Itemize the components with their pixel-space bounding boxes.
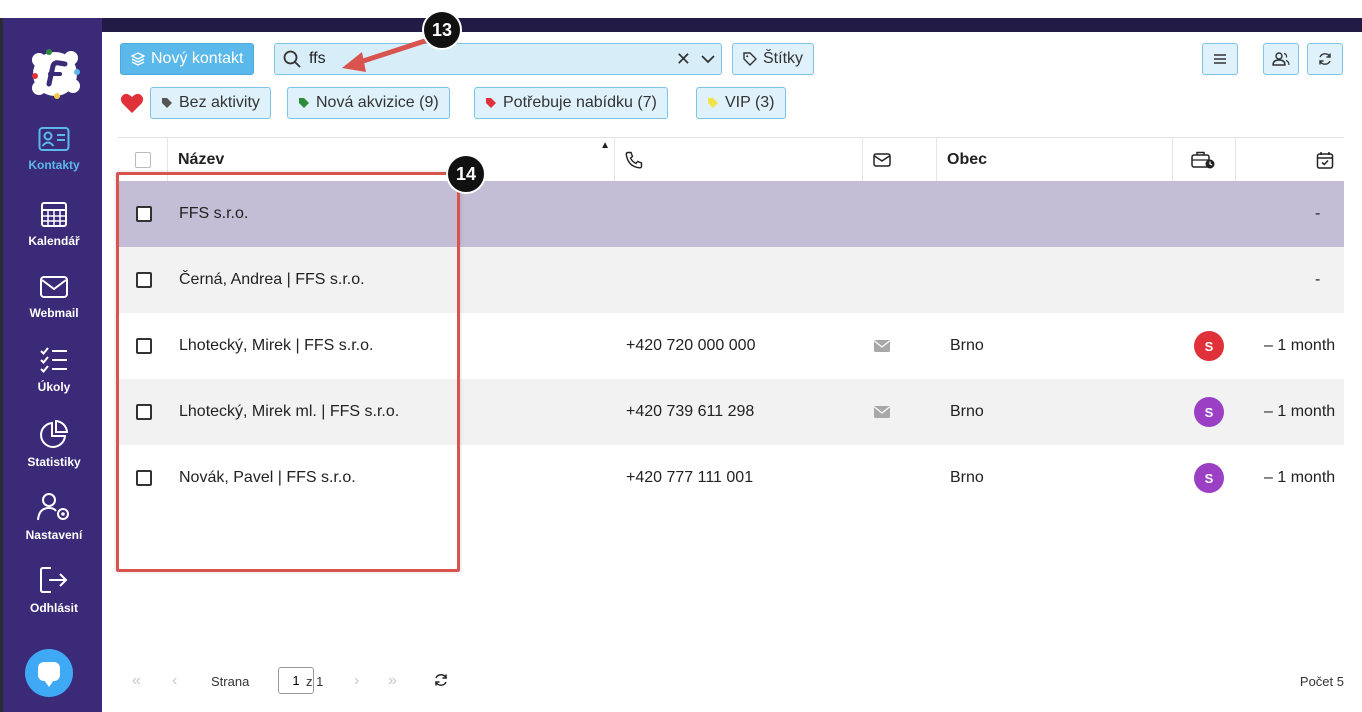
contact-city: Brno — [950, 403, 984, 420]
sidebar-item-label: Nastavení — [25, 528, 83, 542]
refresh-button[interactable] — [1307, 43, 1343, 75]
last-page-icon[interactable]: » — [388, 672, 397, 690]
filter-tag-label: Nová akvizice (9) — [316, 94, 439, 111]
tag-icon — [299, 98, 309, 108]
sidebar-item-label: Statistiky — [27, 455, 81, 469]
mail-icon — [40, 276, 68, 298]
column-header-email[interactable] — [863, 138, 937, 182]
users-view-button[interactable] — [1263, 43, 1299, 75]
last-activity: – 1 month — [1264, 337, 1336, 354]
column-header-last-activity[interactable] — [1236, 138, 1344, 182]
filter-tag-label: Bez aktivity — [179, 94, 260, 111]
column-header-phone[interactable] — [615, 138, 863, 182]
menu-icon — [1214, 54, 1226, 64]
email-icon[interactable] — [874, 379, 890, 445]
favorites-heart-icon[interactable] — [120, 92, 144, 119]
annotation-highlight-box — [116, 172, 460, 572]
new-contact-label: Nový kontakt — [151, 50, 244, 67]
calendar-check-icon — [1316, 152, 1334, 169]
tag-icon — [162, 98, 172, 108]
contact-phone[interactable]: +420 720 000 000 — [626, 313, 755, 379]
user-settings-icon — [37, 493, 69, 521]
search-icon — [283, 50, 301, 68]
tags-label: Štítky — [763, 50, 804, 67]
column-name-label: Název — [178, 151, 225, 168]
chat-bubble-icon — [38, 662, 60, 687]
tags-button[interactable]: Štítky — [732, 43, 815, 75]
contact-phone[interactable]: +420 777 111 001 — [626, 445, 753, 511]
filter-tag-label: VIP (3) — [725, 94, 775, 111]
last-activity: – 1 month — [1264, 403, 1336, 420]
annotation-badge-13: 13 — [422, 10, 462, 50]
users-icon — [1272, 52, 1290, 66]
owner-avatar[interactable]: S — [1194, 397, 1224, 427]
column-header-city[interactable]: Obec — [937, 138, 1173, 182]
pie-chart-icon — [40, 419, 69, 448]
sidebar-item-label: Kontakty — [28, 158, 80, 172]
layers-icon — [131, 52, 145, 66]
tag-icon — [708, 98, 718, 108]
next-page-icon[interactable]: › — [354, 672, 359, 690]
filter-tag-potrebuje-nabidku[interactable]: Potřebuje nabídku (7) — [474, 87, 668, 119]
prev-page-icon[interactable]: ‹ — [172, 672, 177, 690]
refresh-icon — [1319, 53, 1331, 65]
sidebar-item-kontakty[interactable]: Kontakty — [3, 126, 105, 190]
window-top-bar — [0, 18, 1362, 32]
sidebar-item-odhlasit[interactable]: Odhlásit — [3, 565, 105, 629]
first-page-icon[interactable]: « — [132, 672, 141, 690]
last-activity: – 1 month — [1264, 469, 1336, 486]
chat-button[interactable] — [25, 649, 73, 697]
column-header-owner[interactable] — [1173, 138, 1236, 182]
contact-city: Brno — [950, 469, 984, 486]
sidebar-item-label: Kalendář — [28, 234, 80, 248]
task-list-icon — [40, 347, 67, 373]
tag-icon — [743, 52, 757, 66]
page-label: Strana — [211, 674, 250, 689]
sidebar-item-label: Úkoly — [37, 380, 71, 394]
reload-icon[interactable] — [434, 673, 448, 687]
logout-icon — [40, 567, 68, 593]
sidebar-item-label: Odhlásit — [29, 601, 78, 615]
contact-city: Brno — [950, 337, 984, 354]
email-icon[interactable] — [874, 313, 890, 379]
page-total-label: z 1 — [306, 674, 324, 689]
pagination-bar: « ‹ Strana z 1 › » Počet 5 — [118, 660, 1344, 700]
sidebar-item-label: Webmail — [29, 306, 79, 320]
calendar-icon — [41, 202, 67, 227]
owner-avatar[interactable]: S — [1194, 331, 1224, 361]
last-activity: - — [1315, 271, 1321, 288]
filter-tag-label: Potřebuje nabídku (7) — [503, 94, 657, 111]
new-contact-button[interactable]: Nový kontakt — [120, 43, 255, 75]
contact-card-icon — [38, 127, 70, 151]
select-all-checkbox[interactable] — [134, 152, 151, 168]
contact-phone[interactable]: +420 739 611 298 — [626, 379, 754, 445]
phone-icon — [625, 151, 643, 169]
annotation-badge-14: 14 — [446, 154, 486, 194]
clear-search-icon[interactable]: ✕ — [676, 49, 691, 70]
filter-tag-vip[interactable]: VIP (3) — [696, 87, 786, 119]
sidebar-item-statistiky[interactable]: Statistiky — [3, 419, 105, 483]
filter-tag-nova-akvizice[interactable]: Nová akvizice (9) — [287, 87, 450, 119]
list-view-button[interactable] — [1202, 43, 1238, 75]
chevron-down-icon[interactable] — [701, 54, 715, 64]
sidebar-item-webmail[interactable]: Webmail — [3, 274, 105, 338]
owner-avatar[interactable]: S — [1194, 463, 1224, 493]
sidebar-item-nastaveni[interactable]: Nastavení — [3, 492, 105, 556]
filter-tag-bez-aktivity[interactable]: Bez aktivity — [150, 87, 271, 119]
sidebar-item-ukoly[interactable]: Úkoly — [3, 346, 105, 410]
sidebar: Kontakty Kalendář Webmail Úkoly Statisti… — [0, 18, 102, 712]
sort-asc-icon: ▲ — [600, 140, 610, 151]
column-city-label: Obec — [947, 151, 988, 168]
app-logo[interactable] — [27, 46, 83, 102]
tag-icon — [486, 98, 496, 108]
envelope-icon — [873, 153, 891, 167]
sidebar-item-kalendar[interactable]: Kalendář — [3, 200, 105, 264]
record-count: Počet 5 — [1299, 674, 1344, 689]
briefcase-clock-icon — [1191, 151, 1215, 169]
last-activity: - — [1315, 205, 1321, 222]
